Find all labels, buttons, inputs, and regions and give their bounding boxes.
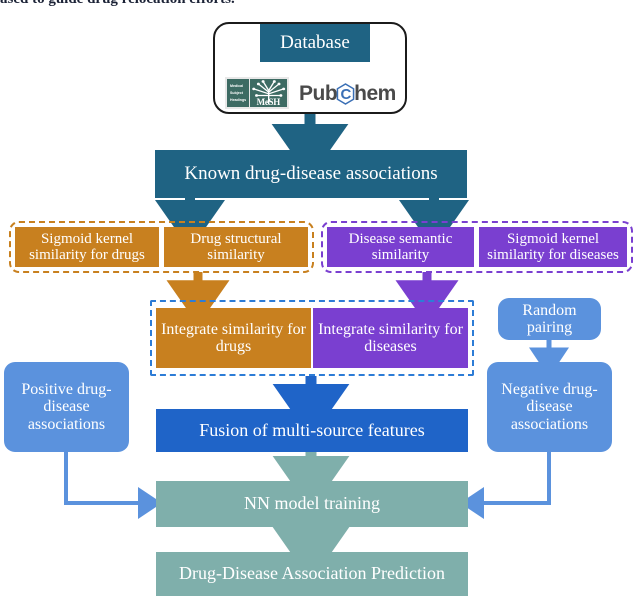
sigmoid-kernel-similarity-diseases-box[interactable]: Sigmoid kernel similarity for diseases <box>479 227 627 267</box>
database-box[interactable]: Database <box>260 24 370 62</box>
pubchem-hexagon-icon: C <box>336 83 355 105</box>
flowchart-canvas: ased to guide drug relocation efforts. <box>0 0 640 599</box>
pubchem-hex-letter: C <box>340 85 352 103</box>
positive-associations-box[interactable]: Positive drug-disease associations <box>4 362 129 452</box>
page-caption-fragment: ased to guide drug relocation efforts. <box>0 0 360 9</box>
arrow-negative-to-nn <box>460 452 551 519</box>
drug-structural-similarity-box[interactable]: Drug structural similarity <box>164 227 308 267</box>
known-associations-box[interactable]: Known drug-disease associations <box>155 150 467 198</box>
sigmoid-kernel-similarity-diseases-label: Sigmoid kernel similarity for diseases <box>487 230 619 263</box>
mesh-subtitle-line-2: Subject <box>230 90 243 95</box>
database-label: Database <box>280 31 350 53</box>
drug-structural-similarity-label: Drug structural similarity <box>190 230 282 263</box>
mesh-logo[interactable]: Medical Subject Headings MeSH <box>225 77 289 109</box>
sigmoid-kernel-similarity-drugs-box[interactable]: Sigmoid kernel similarity for drugs <box>15 227 159 267</box>
prediction-box[interactable]: Drug-Disease Association Prediction <box>156 552 468 596</box>
disease-semantic-similarity-box[interactable]: Disease semantic similarity <box>327 227 474 267</box>
integrate-similarity-drugs-box[interactable]: Integrate similarity for drugs <box>156 308 311 368</box>
mesh-tree-icon: MeSH <box>249 79 287 107</box>
negative-associations-box[interactable]: Negative drug-disease associations <box>487 362 612 452</box>
fusion-label: Fusion of multi-source features <box>199 419 425 440</box>
mesh-wordmark: MeSH <box>256 97 281 107</box>
known-associations-label: Known drug-disease associations <box>184 162 438 184</box>
pubchem-wordmark-suffix: hem <box>354 82 396 105</box>
random-pairing-label: Random pairing <box>522 301 577 336</box>
pubchem-wordmark-prefix: Pub <box>299 82 338 105</box>
pubchem-logo[interactable]: Pub C hem <box>299 82 396 106</box>
nn-training-box[interactable]: NN model training <box>156 481 468 527</box>
integrate-similarity-diseases-box[interactable]: Integrate similarity for diseases <box>313 308 468 368</box>
sigmoid-kernel-similarity-drugs-label: Sigmoid kernel similarity for drugs <box>29 230 145 263</box>
random-pairing-box[interactable]: Random pairing <box>498 298 601 340</box>
prediction-label: Drug-Disease Association Prediction <box>179 563 445 584</box>
integrate-similarity-diseases-label: Integrate similarity for diseases <box>318 320 463 355</box>
negative-associations-label: Negative drug-disease associations <box>501 381 598 433</box>
mesh-subtitle: Medical Subject Headings <box>227 79 249 107</box>
nn-training-label: NN model training <box>244 493 380 514</box>
arrow-positive-to-nn <box>64 452 162 519</box>
mesh-subtitle-line-1: Medical <box>230 84 244 88</box>
positive-associations-label: Positive drug-disease associations <box>21 381 112 433</box>
disease-semantic-similarity-label: Disease semantic similarity <box>348 230 453 263</box>
mesh-subtitle-line-3: Headings <box>230 97 247 102</box>
integrate-similarity-drugs-label: Integrate similarity for drugs <box>161 320 306 355</box>
fusion-box[interactable]: Fusion of multi-source features <box>156 409 468 452</box>
